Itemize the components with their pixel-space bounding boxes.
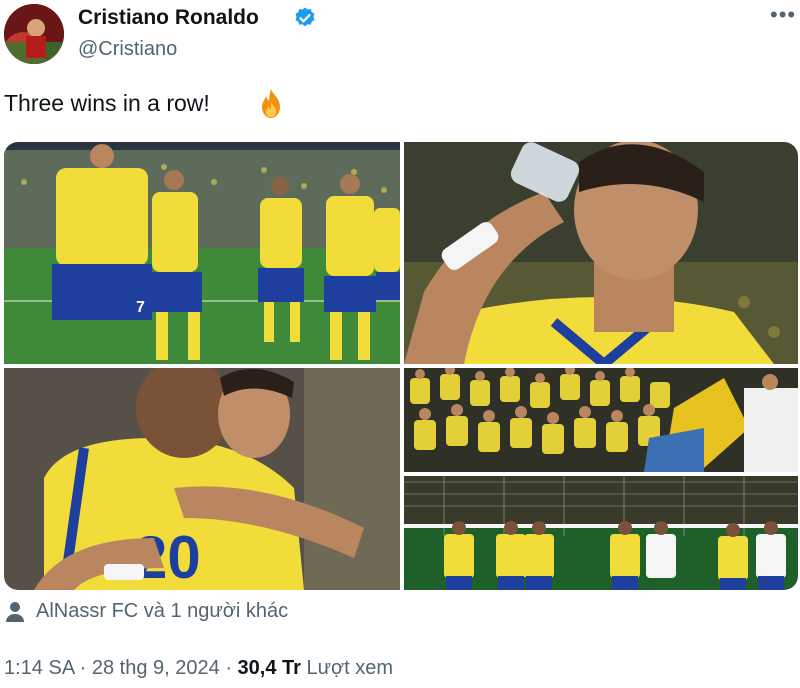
tagged-users[interactable]: AlNassr FC và 1 người khác [4,600,288,623]
photo-team-fans[interactable] [404,476,798,590]
view-label: Lượt xem [306,657,394,679]
tweet-date[interactable]: 28 thg 9, 2024 [92,657,220,679]
person-tag-icon [6,601,24,622]
photo-hug[interactable]: 20 [4,368,400,590]
meta-separator: · [79,657,87,679]
more-options-button[interactable]: ••• [770,2,796,28]
tweet-time[interactable]: 1:14 SA [4,657,74,679]
more-options-icon: ••• [770,2,797,27]
tweet-text: Three wins in a row! [4,90,210,116]
tweet-meta: 1:14 SA · 28 thg 9, 2024 · 30,4 Tr Lượt … [4,657,393,680]
fire-emoji [262,89,280,118]
photo-celebration[interactable]: 7 [4,142,400,364]
view-count: 30,4 Tr [237,657,301,679]
photo-drinking[interactable] [404,142,798,364]
author-handle[interactable]: @Cristiano [78,38,177,61]
tagged-text: AlNassr FC và 1 người khác [36,600,289,622]
avatar[interactable] [4,4,64,64]
meta-separator: · [225,657,232,679]
author-name[interactable]: Cristiano Ronaldo [78,6,259,30]
photo-fans[interactable] [404,368,798,472]
media-grid: 7 20 [4,142,798,590]
jersey-number: 7 [136,299,145,316]
verified-badge-icon [295,7,315,27]
